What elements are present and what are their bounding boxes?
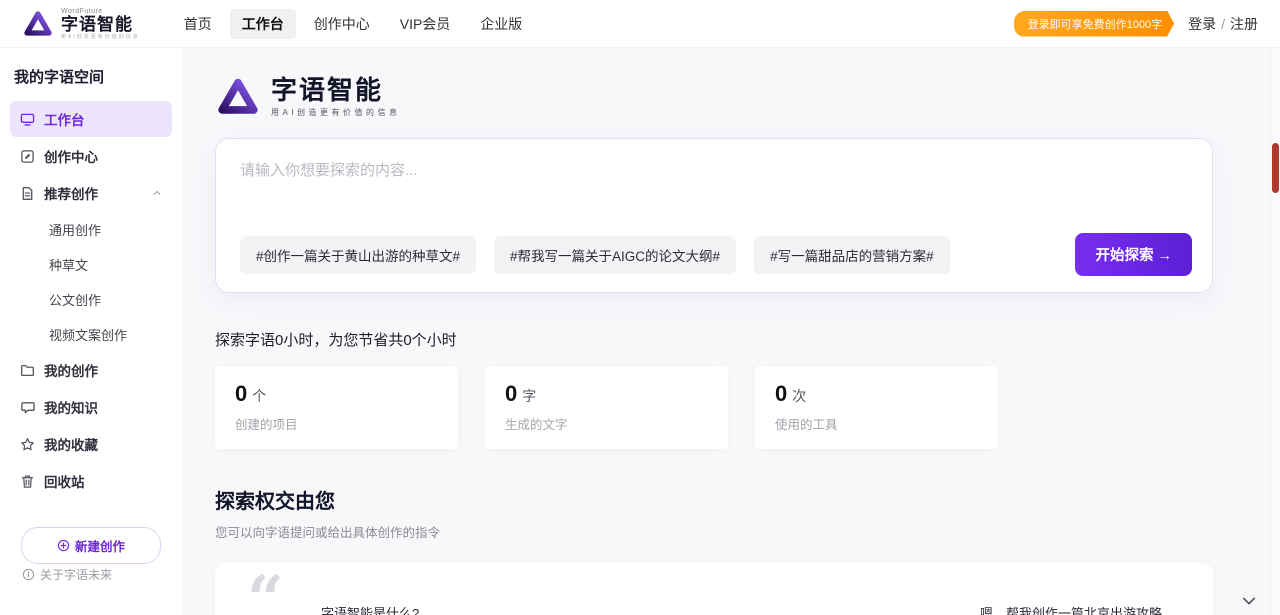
sidebar-item-recommended[interactable]: 推荐创作 — [10, 175, 172, 211]
sidebar-item-label: 推荐创作 — [44, 183, 98, 203]
document-icon — [20, 186, 35, 201]
stat-label: 生成的文字 — [505, 414, 708, 433]
search-panel: #创作一篇关于黄山出游的种草文# #帮我写一篇关于AIGC的论文大纲# #写一篇… — [215, 138, 1213, 293]
suggestion-chip[interactable]: #创作一篇关于黄山出游的种草文# — [240, 236, 476, 274]
auth-links: 登录 / 注册 — [1188, 14, 1258, 34]
sidebar-subitem-video-copy[interactable]: 视频文案创作 — [10, 317, 172, 352]
login-link[interactable]: 登录 — [1188, 14, 1216, 34]
nav-item-enterprise[interactable]: 企业版 — [468, 9, 534, 39]
sidebar-item-my-knowledge[interactable]: 我的知识 — [10, 389, 172, 425]
stat-label: 创建的项目 — [235, 414, 438, 433]
scrollbar-thumb[interactable] — [1272, 143, 1279, 193]
stat-unit: 个 — [252, 386, 266, 406]
stat-value: 0 — [235, 381, 247, 407]
nav-item-creation-center[interactable]: 创作中心 — [302, 9, 382, 39]
plus-circle-icon — [57, 539, 70, 552]
sidebar-item-my-creations[interactable]: 我的创作 — [10, 352, 172, 388]
nav-right: 登录即可享免费创作1000字 登录 / 注册 — [1014, 11, 1258, 37]
sidebar-subitem-general[interactable]: 通用创作 — [10, 212, 172, 247]
nav-item-home[interactable]: 首页 — [172, 9, 224, 39]
info-circle-icon — [22, 568, 35, 581]
scrollbar-track[interactable] — [1270, 48, 1280, 615]
hero-logo: 字语智能 用AI创造更有价值的信息 — [215, 74, 1280, 120]
chevron-down-icon[interactable] — [1242, 593, 1256, 611]
register-link[interactable]: 注册 — [1230, 14, 1258, 34]
sidebar-subitem-official[interactable]: 公文创作 — [10, 282, 172, 317]
page: WordFuture 字语智能 用AI创造更有价值的信息 首页 工作台 创作中心… — [0, 0, 1280, 615]
chat-bubble-icon — [20, 400, 35, 415]
sidebar-item-label: 创作中心 — [44, 146, 98, 166]
promo-button[interactable]: 登录即可享免费创作1000字 — [1014, 11, 1174, 37]
nav-item-vip[interactable]: VIP会员 — [388, 9, 463, 39]
hero-title: 字语智能 — [271, 76, 401, 105]
navbar: WordFuture 字语智能 用AI创造更有价值的信息 首页 工作台 创作中心… — [0, 0, 1280, 48]
sidebar-item-label: 回收站 — [44, 471, 85, 491]
sidebar-item-recycle-bin[interactable]: 回收站 — [10, 463, 172, 499]
explore-section-title: 探索权交由您 — [215, 485, 1280, 514]
explore-button[interactable]: 开始探索 → — [1075, 233, 1192, 276]
suggestion-chips: #创作一篇关于黄山出游的种草文# #帮我写一篇关于AIGC的论文大纲# #写一篇… — [240, 233, 1192, 276]
brand-super: WordFuture — [61, 8, 140, 15]
stat-value: 0 — [775, 381, 787, 407]
sidebar-item-creation-center[interactable]: 创作中心 — [10, 138, 172, 174]
suggestion-chip[interactable]: #写一篇甜品店的营销方案# — [754, 236, 950, 274]
sidebar: 我的字语空间 工作台 创作中心 推荐创作 通用创作 种草文 公文创作 视频文案创 — [0, 48, 182, 615]
star-icon — [20, 437, 35, 452]
sidebar-item-label: 工作台 — [44, 109, 85, 129]
sidebar-item-label: 我的收藏 — [44, 434, 98, 454]
quote-icon: “ — [247, 571, 284, 615]
sidebar-title: 我的字语空间 — [10, 62, 172, 101]
hero-logo-icon — [215, 74, 261, 120]
folder-icon — [20, 363, 35, 378]
nav-item-workbench[interactable]: 工作台 — [230, 9, 296, 39]
main-content: 字语智能 用AI创造更有价值的信息 #创作一篇关于黄山出游的种草文# #帮我写一… — [182, 48, 1280, 615]
suggestion-chip[interactable]: #帮我写一篇关于AIGC的论文大纲# — [494, 236, 736, 274]
new-creation-label: 新建创作 — [75, 536, 125, 555]
about-label: 关于字语未来 — [40, 566, 112, 583]
brand-logo[interactable]: WordFuture 字语智能 用AI创造更有价值的信息 — [22, 8, 140, 40]
example-answer[interactable]: 嗯，帮我创作一篇北京出游攻略 — [980, 603, 1162, 615]
search-input[interactable] — [240, 159, 1188, 221]
brand-name: 字语智能 — [61, 16, 140, 33]
chevron-up-icon[interactable] — [152, 188, 162, 198]
new-creation-button[interactable]: 新建创作 — [21, 527, 161, 564]
stat-label: 使用的工具 — [775, 414, 978, 433]
stat-cards: 0 个 创建的项目 0 字 生成的文字 0 次 使用的工具 — [215, 366, 1280, 449]
monitor-icon — [20, 112, 35, 127]
about-link[interactable]: 关于字语未来 — [22, 566, 112, 583]
stat-card-words: 0 字 生成的文字 — [485, 366, 728, 449]
auth-divider: / — [1221, 16, 1225, 32]
stat-unit: 次 — [792, 386, 806, 406]
example-question: 字语智能是什么? — [321, 603, 419, 615]
stat-value: 0 — [505, 381, 517, 407]
edit-icon — [20, 149, 35, 164]
sidebar-item-label: 我的创作 — [44, 360, 98, 380]
hero-tagline: 用AI创造更有价值的信息 — [271, 107, 401, 118]
stat-card-projects: 0 个 创建的项目 — [215, 366, 458, 449]
brand-logo-icon — [22, 8, 54, 40]
sidebar-subitem-seeding[interactable]: 种草文 — [10, 247, 172, 282]
example-prompt-card: “ 字语智能是什么? 嗯，帮我创作一篇北京出游攻略 — [215, 563, 1213, 615]
nav-menu: 首页 工作台 创作中心 VIP会员 企业版 — [172, 9, 535, 39]
brand-tagline-small: 用AI创造更有价值的信息 — [61, 35, 140, 40]
stat-unit: 字 — [522, 386, 536, 406]
trash-icon — [20, 474, 35, 489]
stat-card-tools: 0 次 使用的工具 — [755, 366, 998, 449]
stats-summary: 探索字语0小时，为您节省共0个小时 — [215, 329, 1280, 350]
sidebar-item-label: 我的知识 — [44, 397, 98, 417]
sidebar-item-favorites[interactable]: 我的收藏 — [10, 426, 172, 462]
explore-section-subtitle: 您可以向字语提问或给出具体创作的指令 — [215, 522, 1280, 541]
sidebar-item-workbench[interactable]: 工作台 — [10, 101, 172, 137]
